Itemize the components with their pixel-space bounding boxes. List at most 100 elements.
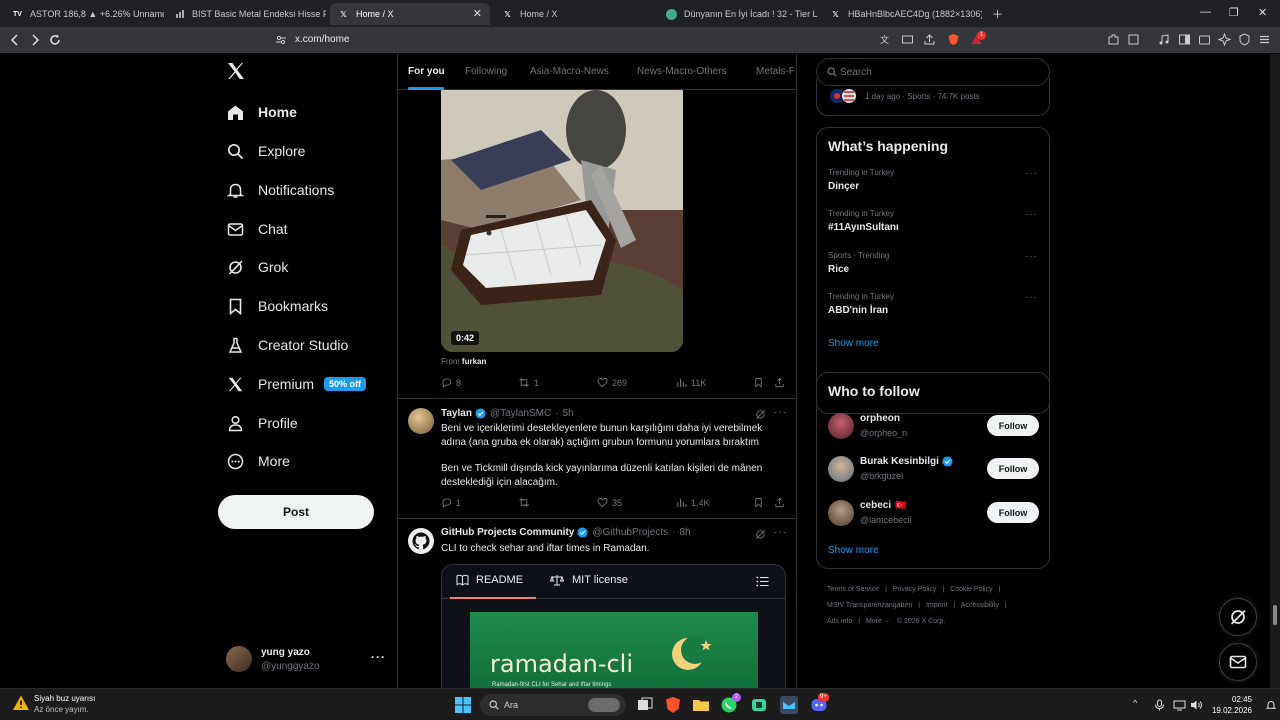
file-explorer-icon[interactable] (692, 696, 710, 714)
cast-icon[interactable] (901, 33, 914, 46)
translate-icon[interactable]: 文 (879, 33, 892, 46)
footer-link[interactable]: Terms of Service (827, 586, 879, 593)
reply-button[interactable]: 1 (441, 497, 461, 508)
from-user-link[interactable]: furkan (462, 357, 486, 366)
menu-icon[interactable] (1258, 33, 1271, 46)
nav-grok[interactable]: Grok (218, 249, 388, 285)
like-button[interactable]: 269 (597, 377, 627, 388)
footer-more-link[interactable]: More ··· (866, 618, 891, 625)
nav-explore[interactable]: Explore (218, 133, 388, 169)
browser-tab[interactable]: BIST Basic Metal Endeksi Hisse Fiyatla (166, 3, 326, 25)
restore-icon[interactable]: ❐ (1229, 6, 1239, 19)
avatar[interactable] (408, 528, 434, 554)
share-button[interactable] (774, 377, 789, 388)
grok-fab[interactable] (1219, 598, 1257, 636)
weather-widget[interactable]: Siyah buz uyarısı Az önce yayım. (12, 694, 95, 714)
phone-link-icon[interactable] (750, 696, 768, 714)
repost-button[interactable] (518, 497, 534, 508)
network-icon[interactable] (1173, 699, 1186, 711)
bookmark-button[interactable] (753, 377, 768, 388)
tweet-more-icon[interactable]: ··· (774, 527, 787, 538)
nav-more[interactable]: More (218, 443, 388, 479)
follow-button[interactable]: Follow (987, 502, 1039, 523)
media-icon[interactable] (1158, 33, 1171, 46)
repost-button[interactable]: 1 (518, 377, 539, 388)
task-view-icon[interactable] (636, 696, 654, 714)
follow-suggestion[interactable]: cebeci 🇹🇷 @lamcebecii Follow (828, 498, 1043, 532)
like-button[interactable]: 35 (597, 497, 622, 508)
share-button[interactable] (774, 497, 789, 508)
close-window-icon[interactable]: ✕ (1258, 6, 1267, 19)
footer-link[interactable]: MStV Transparenzangaben (827, 602, 912, 609)
brave-browser-icon[interactable] (664, 696, 682, 714)
trend-more-icon[interactable]: ··· (1025, 251, 1038, 262)
browser-tab[interactable]: 𝕏 Home / X (494, 3, 654, 25)
tweet-author-name[interactable]: GitHub Projects Community (441, 527, 574, 538)
footer-link[interactable]: Privacy Policy (893, 586, 937, 593)
views-button[interactable]: 11K (676, 377, 706, 388)
tab-close-icon[interactable]: ✕ (473, 7, 482, 20)
readme-tab[interactable]: README (456, 574, 523, 586)
tweet-author-name[interactable]: Taylan (441, 408, 472, 419)
system-clock[interactable]: 02:45 19.02.2026 (1206, 694, 1252, 716)
trend-more-icon[interactable]: ··· (1025, 168, 1038, 179)
microphone-icon[interactable] (1154, 699, 1165, 711)
license-tab[interactable]: MIT license (550, 574, 628, 586)
show-more-link[interactable]: Show more (828, 338, 879, 349)
footer-link[interactable]: Cookie Policy (950, 586, 992, 593)
trend-more-icon[interactable]: ··· (1025, 209, 1038, 220)
nav-home[interactable]: Home (218, 94, 388, 130)
browser-tab[interactable]: 𝕏 HBaHnBlbcAEC4Dg (1882×1306) (822, 3, 982, 25)
browser-tab[interactable]: TV ASTOR 186,8 ▲ +6.26% Unnamed (4, 3, 164, 25)
page-scrollbar[interactable] (1270, 54, 1280, 688)
tweet-more-icon[interactable]: ··· (774, 407, 787, 418)
tab-following[interactable]: Following (465, 66, 507, 77)
avatar[interactable] (408, 408, 434, 434)
windows-start-icon[interactable] (454, 696, 472, 714)
account-switcher[interactable]: yung yazo @yunggyazo ··· (226, 642, 386, 678)
extensions-icon[interactable] (1107, 33, 1120, 46)
nav-notifications[interactable]: Notifications (218, 172, 388, 208)
tab-for-you[interactable]: For you (408, 66, 445, 77)
forward-icon[interactable] (28, 33, 42, 47)
minimize-icon[interactable]: — (1200, 6, 1211, 18)
taskbar-search[interactable]: Ara (480, 694, 626, 716)
footer-link[interactable]: Accessibility (961, 602, 999, 609)
trend-item[interactable]: Trending in Turkey Dinçer ··· (828, 168, 1038, 204)
show-more-link[interactable]: Show more (828, 545, 879, 556)
follow-button[interactable]: Follow (987, 458, 1039, 479)
account-more-icon[interactable]: ··· (371, 650, 386, 664)
tweet-author-handle[interactable]: @GithubProjects (592, 527, 668, 538)
post-button[interactable]: Post (218, 495, 374, 529)
tweet-video[interactable]: 0:42 (441, 90, 683, 352)
grok-icon[interactable] (755, 529, 766, 540)
tweet-time[interactable]: 5h (563, 408, 574, 419)
follow-suggestion[interactable]: orpheon @orpheo_n Follow (828, 411, 1043, 445)
nav-profile[interactable]: Profile (218, 405, 388, 441)
messages-fab[interactable] (1219, 643, 1257, 681)
trend-item[interactable]: Trending in Turkey ABD'nin İran ··· (828, 292, 1038, 328)
nav-creator-studio[interactable]: Creator Studio (218, 327, 388, 363)
notification-bell-icon[interactable] (1266, 700, 1276, 710)
reply-button[interactable]: 8 (441, 377, 461, 388)
tab-metals[interactable]: Metals-F (756, 66, 795, 77)
vpn-shield-icon[interactable] (1238, 33, 1251, 46)
mail-app-icon[interactable] (780, 696, 798, 714)
follow-suggestion[interactable]: Burak Kesinbilgi @brkguzel Follow (828, 454, 1043, 488)
url-text[interactable]: x.com/home (295, 34, 349, 45)
tweet-author-handle[interactable]: @TaylanSMC (490, 408, 551, 419)
footer-link[interactable]: Ads info (827, 618, 852, 625)
x-logo-icon[interactable] (226, 61, 246, 81)
sidebar-toggle-icon[interactable] (1178, 33, 1191, 46)
tweet-media-card[interactable]: README MIT license ramadan-cli Ramadan-f… (441, 564, 786, 688)
grok-icon[interactable] (755, 409, 766, 420)
share-icon[interactable] (923, 33, 936, 46)
reload-icon[interactable] (48, 33, 62, 47)
nav-premium[interactable]: Premium 50% off (218, 366, 388, 402)
brave-shields-icon[interactable] (947, 33, 960, 46)
wallet-icon[interactable] (1198, 33, 1211, 46)
back-icon[interactable] (8, 33, 22, 47)
tab-news-macro-others[interactable]: News-Macro-Others (637, 66, 726, 77)
follow-button[interactable]: Follow (987, 415, 1039, 436)
site-info-icon[interactable] (274, 33, 288, 47)
